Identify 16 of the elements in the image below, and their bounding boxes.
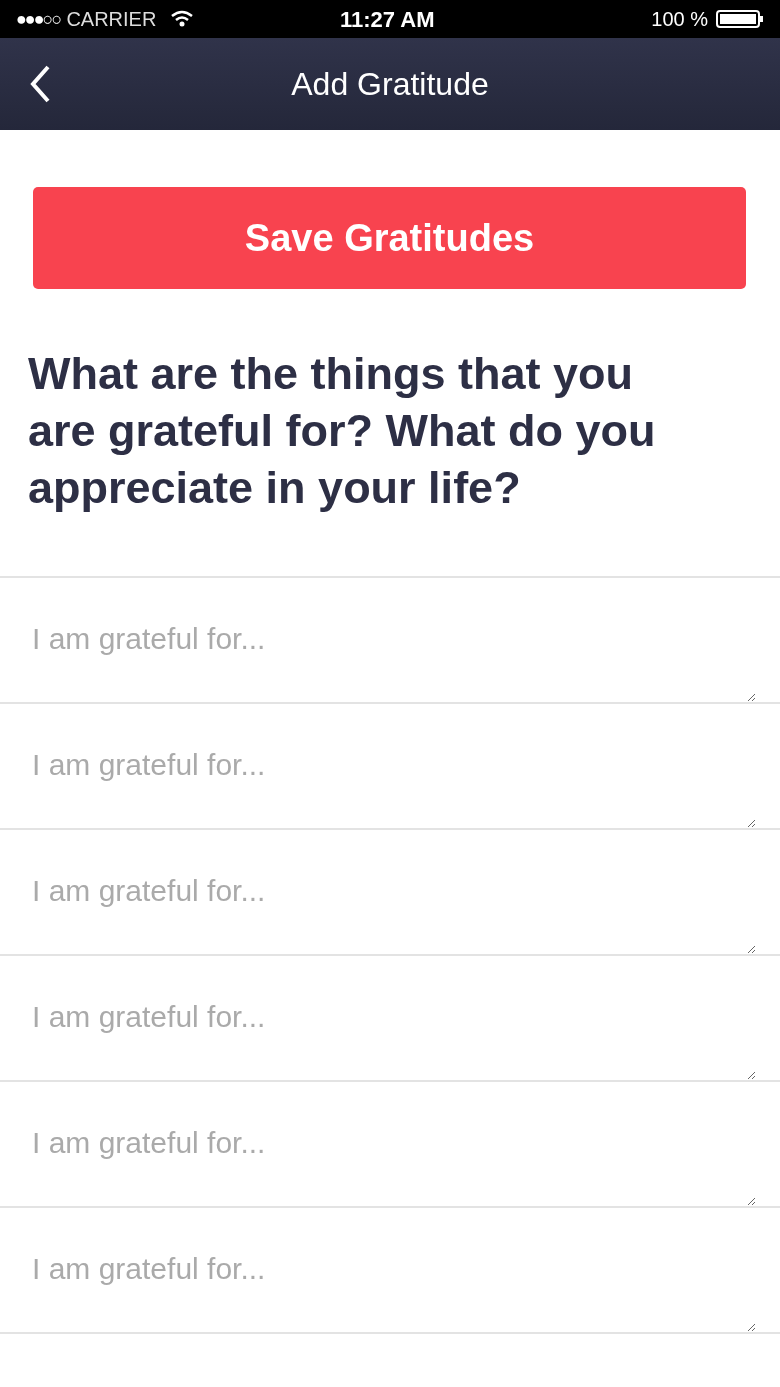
input-field[interactable]: I am grateful for... <box>0 704 756 828</box>
signal-indicator: ●●●○○ <box>16 7 61 31</box>
input-field[interactable]: I am grateful for... <box>0 830 756 954</box>
status-time: 11:27 AM <box>340 5 435 34</box>
input-field[interactable]: I am grateful for... <box>0 1208 756 1332</box>
save-button[interactable]: Save Gratitudes <box>33 187 746 289</box>
battery-percent: 100 % <box>651 7 708 32</box>
input-field[interactable]: I am grateful for... <box>0 1082 756 1206</box>
wifi-icon <box>170 10 195 28</box>
carrier-name: CARRIER <box>66 7 157 32</box>
battery-icon <box>716 9 764 29</box>
back-icon <box>28 64 52 104</box>
prompt-heading: What are the things that you are grateful for? What do you appreciate in your life? <box>27 347 657 515</box>
input-field[interactable]: I am grateful for... <box>0 578 756 702</box>
input-field[interactable]: I am grateful for... <box>0 956 756 1080</box>
screen-title: Add Gratitude <box>291 65 489 104</box>
